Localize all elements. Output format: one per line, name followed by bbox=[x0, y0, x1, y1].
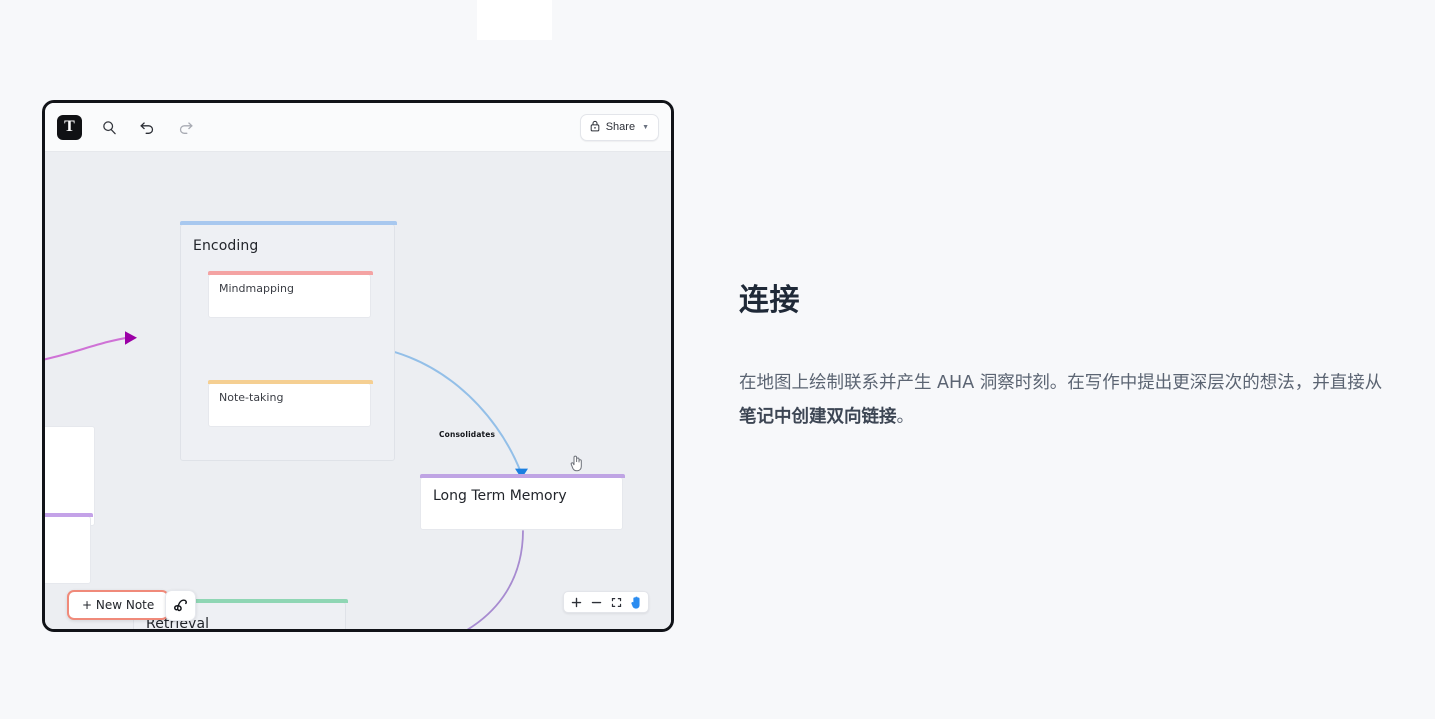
note-mindmapping-title: Mindmapping bbox=[219, 282, 294, 295]
app-window: T Share ▼ Encoding Mindmapping Note-taki… bbox=[42, 100, 674, 632]
note-note-taking-title: Note-taking bbox=[219, 391, 284, 404]
note-note-taking[interactable]: Note-taking bbox=[208, 380, 373, 427]
zoom-in-button[interactable] bbox=[566, 593, 586, 611]
mindmap-canvas[interactable]: Encoding Mindmapping Note-taking Consoli… bbox=[45, 152, 671, 629]
redo-icon[interactable] bbox=[174, 116, 196, 138]
text-panel: 连接 在地图上绘制联系并产生 AHA 洞察时刻。在写作中提出更深层次的想法，并直… bbox=[739, 275, 1399, 434]
lock-icon bbox=[590, 120, 600, 135]
edge-magenta-arrowhead bbox=[125, 331, 137, 345]
note-long-term-memory[interactable]: Long Term Memory bbox=[420, 474, 625, 530]
app-logo-label: T bbox=[64, 118, 75, 135]
panel-heading: 连接 bbox=[739, 283, 800, 318]
panel-body-part1: 在地图上绘制联系并产生 AHA 洞察时刻。在写作中提出更深层次的想法，并直接从 bbox=[739, 373, 1383, 393]
search-icon[interactable] bbox=[98, 116, 120, 138]
note-mindmapping[interactable]: Mindmapping bbox=[208, 271, 373, 318]
note-color-bar bbox=[420, 474, 625, 478]
edge-label-consolidates: Consolidates bbox=[439, 430, 496, 439]
panel-body: 在地图上绘制联系并产生 AHA 洞察时刻。在写作中提出更深层次的想法，并直接从笔… bbox=[739, 367, 1399, 434]
app-toolbar: T Share ▼ bbox=[45, 103, 671, 152]
partial-note-card-left-upper[interactable] bbox=[45, 426, 95, 526]
zoom-out-button[interactable] bbox=[586, 593, 606, 611]
edge-purple bbox=[466, 530, 524, 629]
edge-magenta bbox=[45, 336, 132, 361]
note-long-term-memory-title: Long Term Memory bbox=[433, 488, 567, 504]
pointing-hand-cursor bbox=[569, 454, 585, 472]
group-encoding-title: Encoding bbox=[193, 238, 259, 254]
fit-to-screen-icon[interactable] bbox=[606, 593, 626, 611]
new-note-button-label: + New Note bbox=[82, 598, 155, 612]
share-button[interactable]: Share ▼ bbox=[579, 113, 659, 141]
note-color-bar bbox=[208, 271, 373, 275]
undo-icon[interactable] bbox=[136, 116, 158, 138]
top-white-fragment-right: 系 bbox=[477, 0, 552, 40]
share-button-label: Share bbox=[605, 121, 636, 133]
hand-pan-icon[interactable] bbox=[626, 593, 646, 611]
group-color-bar bbox=[180, 221, 397, 225]
panel-body-part2: 。 bbox=[896, 406, 915, 427]
note-color-bar bbox=[208, 380, 373, 384]
toolbar-left-group: T bbox=[57, 114, 196, 140]
note-color-bar bbox=[45, 513, 93, 517]
partial-note-card-left-lower[interactable] bbox=[45, 513, 93, 584]
scribble-pen-icon[interactable] bbox=[165, 590, 196, 621]
panel-body-strong: 笔记中创建双向链接 bbox=[739, 406, 897, 427]
chevron-down-icon: ▼ bbox=[642, 123, 649, 131]
zoom-controls[interactable] bbox=[563, 591, 649, 613]
app-logo[interactable]: T bbox=[57, 114, 82, 140]
new-note-button[interactable]: + New Note bbox=[67, 590, 170, 620]
